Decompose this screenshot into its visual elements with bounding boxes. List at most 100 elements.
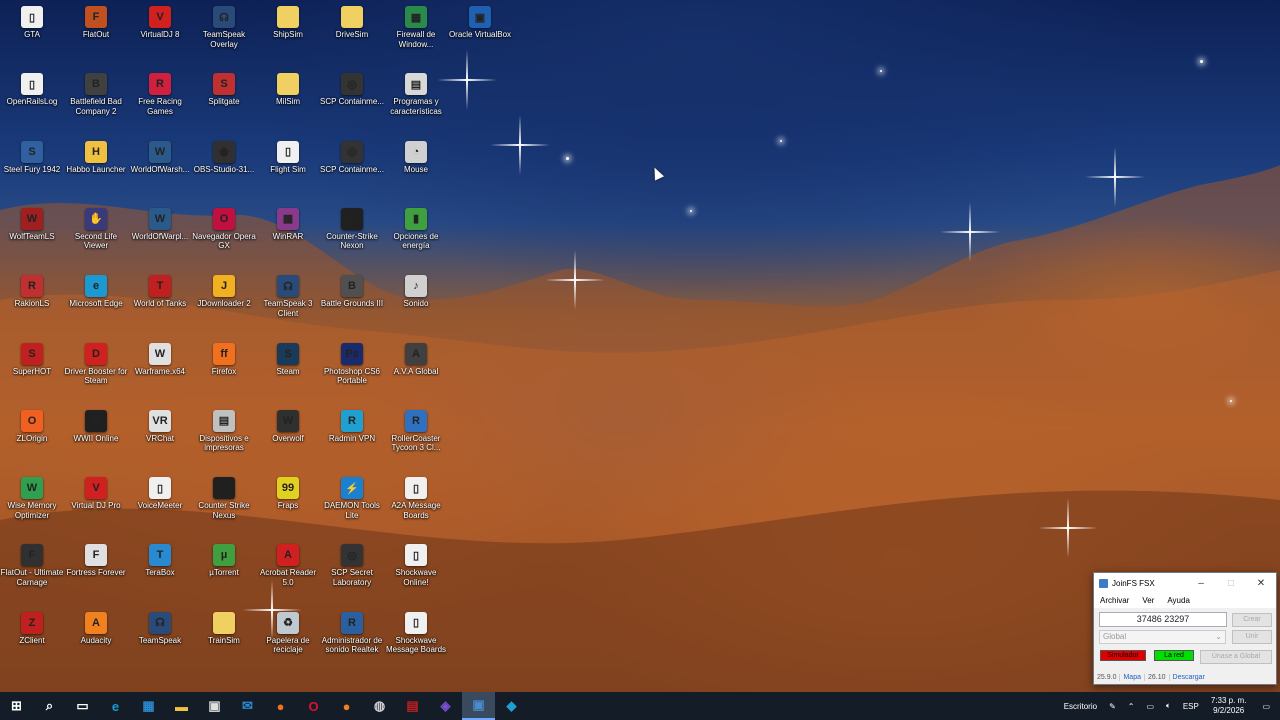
- viber-icon[interactable]: ◈: [429, 692, 462, 720]
- desktop-icon[interactable]: W WWII Online: [64, 406, 128, 470]
- opera-icon[interactable]: O: [297, 692, 330, 720]
- menu-archivar[interactable]: Archivar: [1100, 596, 1129, 605]
- desktop-icon[interactable]: S Steel Fury 1942: [0, 137, 64, 201]
- desktop-icon[interactable]: F Fortress Forever: [64, 540, 128, 604]
- desktop-icon[interactable]: W Wise Memory Optimizer: [0, 473, 64, 537]
- network-icon[interactable]: ▭: [1146, 702, 1154, 711]
- desktop-icon[interactable]: A Audacity: [64, 608, 128, 672]
- desktop-icon[interactable]: ▦ WinRAR: [256, 204, 320, 268]
- desktop-icon[interactable]: ◔ Mouse: [384, 137, 448, 201]
- desktop-icon[interactable]: ✋ Second Life Viewer: [64, 204, 128, 268]
- desktop-icon[interactable]: R Administrador de sonido Realtek: [320, 608, 384, 672]
- desktop-icon[interactable]: ▣ Oracle VirtualBox: [448, 2, 512, 66]
- desktop-icon[interactable]: ▯ VoiceMeeter: [128, 473, 192, 537]
- desktop-icon[interactable]: DriveSim: [320, 2, 384, 66]
- desktop-icon[interactable]: ♪ Sonido: [384, 271, 448, 335]
- edge-icon[interactable]: e: [99, 692, 132, 720]
- desktop-icon[interactable]: ⚡ DAEMON Tools Lite: [320, 473, 384, 537]
- shopping-bag-icon[interactable]: ▣: [198, 692, 231, 720]
- store-icon[interactable]: ▦: [132, 692, 165, 720]
- menu-ayuda[interactable]: Ayuda: [1167, 596, 1190, 605]
- desktop-icon[interactable]: C Counter-Strike Nexon: [320, 204, 384, 268]
- desktop-icon[interactable]: R Radmin VPN: [320, 406, 384, 470]
- desktop-icon[interactable]: O ZLOrigin: [0, 406, 64, 470]
- desktop-icon[interactable]: 99 Fraps: [256, 473, 320, 537]
- desktop-icon[interactable]: ♻ Papelera de reciclaje: [256, 608, 320, 672]
- desktop-icon[interactable]: R Free Racing Games: [128, 69, 192, 133]
- desktop-icon[interactable]: W Warframe.x64: [128, 339, 192, 403]
- desktop-icon[interactable]: F FlatOut: [64, 2, 128, 66]
- close-icon[interactable]: ✕: [1246, 578, 1276, 589]
- desktop-icon[interactable]: ff Firefox: [192, 339, 256, 403]
- mail-icon[interactable]: ✉: [231, 692, 264, 720]
- code-field[interactable]: 37486 23297: [1099, 612, 1227, 627]
- desktop-icon[interactable]: B Battlefield Bad Company 2: [64, 69, 128, 133]
- desktop-icon[interactable]: Ps Photoshop CS6 Portable: [320, 339, 384, 403]
- language-indicator[interactable]: ESP: [1183, 702, 1199, 711]
- join-button[interactable]: Unir: [1232, 630, 1272, 644]
- desktop-icon[interactable]: VR VRChat: [128, 406, 192, 470]
- firefox-icon[interactable]: ●: [264, 692, 297, 720]
- start-button[interactable]: ⊞: [0, 692, 33, 720]
- joinfs-titlebar[interactable]: JoinFS FSX – □ ✕: [1094, 573, 1276, 593]
- desktop-icon[interactable]: Z ZClient: [0, 608, 64, 672]
- desktop-icon[interactable]: ◎ SCP Containme...: [320, 69, 384, 133]
- desktop-icon[interactable]: ShipSim: [256, 2, 320, 66]
- desktop-icon[interactable]: ☊ TeamSpeak 3 Client: [256, 271, 320, 335]
- desktop-icon[interactable]: ▯ Shockwave Message Boards: [384, 608, 448, 672]
- calendar-app-icon[interactable]: ▤: [396, 692, 429, 720]
- desktop-icon[interactable]: T TeraBox: [128, 540, 192, 604]
- desktop-icon[interactable]: ▯ OpenRailsLog: [0, 69, 64, 133]
- desktop-icon[interactable]: A A.V.A Global: [384, 339, 448, 403]
- desktop-icon[interactable]: ◎ SCP Secret Laboratory: [320, 540, 384, 604]
- desktop-icon[interactable]: MilSim: [256, 69, 320, 133]
- desktop-icon[interactable]: ▯ Shockwave Online!: [384, 540, 448, 604]
- desktop-icon[interactable]: V VirtualDJ 8: [128, 2, 192, 66]
- notification-icon[interactable]: ▭: [1262, 702, 1270, 711]
- create-button[interactable]: Crear: [1232, 613, 1272, 627]
- network-select[interactable]: Global ⌄: [1099, 630, 1226, 644]
- desktop-icon[interactable]: W WolfTeamLS: [0, 204, 64, 268]
- desktop-icon[interactable]: T World of Tanks: [128, 271, 192, 335]
- desktop-icon[interactable]: ☊ TeamSpeak Overlay: [192, 2, 256, 66]
- desktop-icon[interactable]: W WorldOfWarsh...: [128, 137, 192, 201]
- joinfs-icon[interactable]: ▣: [462, 692, 495, 720]
- desktop-icon[interactable]: ▮ Opciones de energía: [384, 204, 448, 268]
- desktop-icon[interactable]: F FlatOut - Ultimate Carnage: [0, 540, 64, 604]
- desktop-icon[interactable]: ◉ OBS-Studio-31...: [192, 137, 256, 201]
- task-view-icon[interactable]: ▭: [66, 692, 99, 720]
- desktop-icon[interactable]: ▯ GTA: [0, 2, 64, 66]
- desktop-icon[interactable]: S Splitgate: [192, 69, 256, 133]
- desktop-icon[interactable]: ▤ Dispositivos e impresoras: [192, 406, 256, 470]
- desktop-icon[interactable]: ▯ Flight Sim: [256, 137, 320, 201]
- menu-ver[interactable]: Ver: [1142, 596, 1154, 605]
- desktop-icon[interactable]: S Steam: [256, 339, 320, 403]
- map-link[interactable]: Mapa: [1120, 673, 1145, 681]
- desktop-icon[interactable]: R RakionLS: [0, 271, 64, 335]
- join-global-button[interactable]: Únase a Global: [1200, 650, 1272, 664]
- desktop-icon[interactable]: e Microsoft Edge: [64, 271, 128, 335]
- desktop-icon[interactable]: V Virtual DJ Pro: [64, 473, 128, 537]
- desktop-icon[interactable]: C Counter Strike Nexus: [192, 473, 256, 537]
- desktop-icon[interactable]: W Overwolf: [256, 406, 320, 470]
- volume-icon[interactable]: 🔈︎: [1166, 701, 1171, 711]
- desktop-icon[interactable]: ▦ Firewall de Window...: [384, 2, 448, 66]
- pen-icon[interactable]: ✎: [1109, 702, 1116, 711]
- desktop-icon[interactable]: A Acrobat Reader 5.0: [256, 540, 320, 604]
- download-link[interactable]: Descargar: [1170, 674, 1208, 681]
- desktop-icon[interactable]: ▤ Programas y características: [384, 69, 448, 133]
- desktop-toolbar-label[interactable]: Escritorio: [1064, 702, 1097, 711]
- network-app-icon[interactable]: ◍: [363, 692, 396, 720]
- desktop-icon[interactable]: S SuperHOT: [0, 339, 64, 403]
- minimize-icon[interactable]: –: [1186, 578, 1216, 589]
- vscode-icon[interactable]: ◆: [495, 692, 528, 720]
- chevron-up-icon[interactable]: ⌃: [1128, 702, 1135, 711]
- desktop-icon[interactable]: µ µTorrent: [192, 540, 256, 604]
- desktop-icon[interactable]: R RollerCoaster Tycoon 3 Cl...: [384, 406, 448, 470]
- desktop-icon[interactable]: W WorldOfWarpl...: [128, 204, 192, 268]
- desktop-icon[interactable]: B Battle Grounds III: [320, 271, 384, 335]
- file-explorer-icon[interactable]: ▬: [165, 692, 198, 720]
- clock[interactable]: 7:33 p. m. 9/2/2026: [1211, 696, 1247, 716]
- desktop-icon[interactable]: TrainSim: [192, 608, 256, 672]
- desktop-icon[interactable]: ☊ TeamSpeak: [128, 608, 192, 672]
